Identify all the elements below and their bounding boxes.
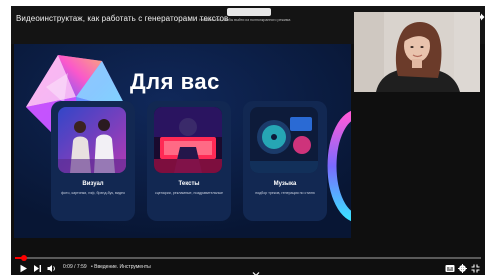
video-player[interactable]: Видеоинструктаж, как работать с генерато… <box>11 6 485 275</box>
video-title[interactable]: Видеоинструктаж, как работать с генерато… <box>16 14 228 23</box>
card-texts-description: сценарии, рекламные, поздравительные <box>154 191 224 195</box>
card-visual: Визуал фото, картинки, гиф, брэнд-бук, в… <box>51 101 135 221</box>
gear-icon[interactable] <box>458 264 467 273</box>
time-display: 0:09 / 7:59 <box>63 264 87 270</box>
play-icon[interactable] <box>19 264 28 273</box>
card-texts-title: Тексты <box>178 181 200 187</box>
card-texts-image <box>154 107 222 173</box>
subtitles-icon[interactable] <box>445 264 455 273</box>
card-visual-image <box>58 107 126 173</box>
exit-fullscreen-icon[interactable] <box>471 264 480 273</box>
card-texts: Тексты сценарии, рекламные, поздравитель… <box>147 101 231 221</box>
card-music-image <box>250 107 318 173</box>
slide-title: Для вас <box>130 69 220 94</box>
card-music: Музыка подбор треков, генерация по стилю <box>243 101 327 221</box>
chapter-title[interactable]: • Введение. Инструменты <box>91 264 151 270</box>
fullscreen-notice: Нажмите Esc, чтобы выйти из полноэкранно… <box>199 18 291 22</box>
progress-bar[interactable] <box>15 255 481 261</box>
card-music-description: подбор треков, генерация по стилю <box>255 191 315 195</box>
progress-scrubber[interactable] <box>21 255 28 261</box>
webcam-overlay <box>354 12 480 92</box>
next-icon[interactable] <box>33 264 42 273</box>
volume-icon[interactable] <box>47 264 57 273</box>
card-visual-description: фото, картинки, гиф, брэнд-бук, видео <box>60 191 126 195</box>
fullscreen-info-bubble <box>227 8 271 16</box>
card-music-title: Музыка <box>273 181 297 187</box>
ring-illustration <box>324 110 351 222</box>
card-visual-title: Визуал <box>82 181 104 187</box>
presentation-slide: Для вас Визуал фото, картинки, гиф, брэн… <box>14 44 351 238</box>
chevron-down-icon[interactable] <box>252 264 260 275</box>
